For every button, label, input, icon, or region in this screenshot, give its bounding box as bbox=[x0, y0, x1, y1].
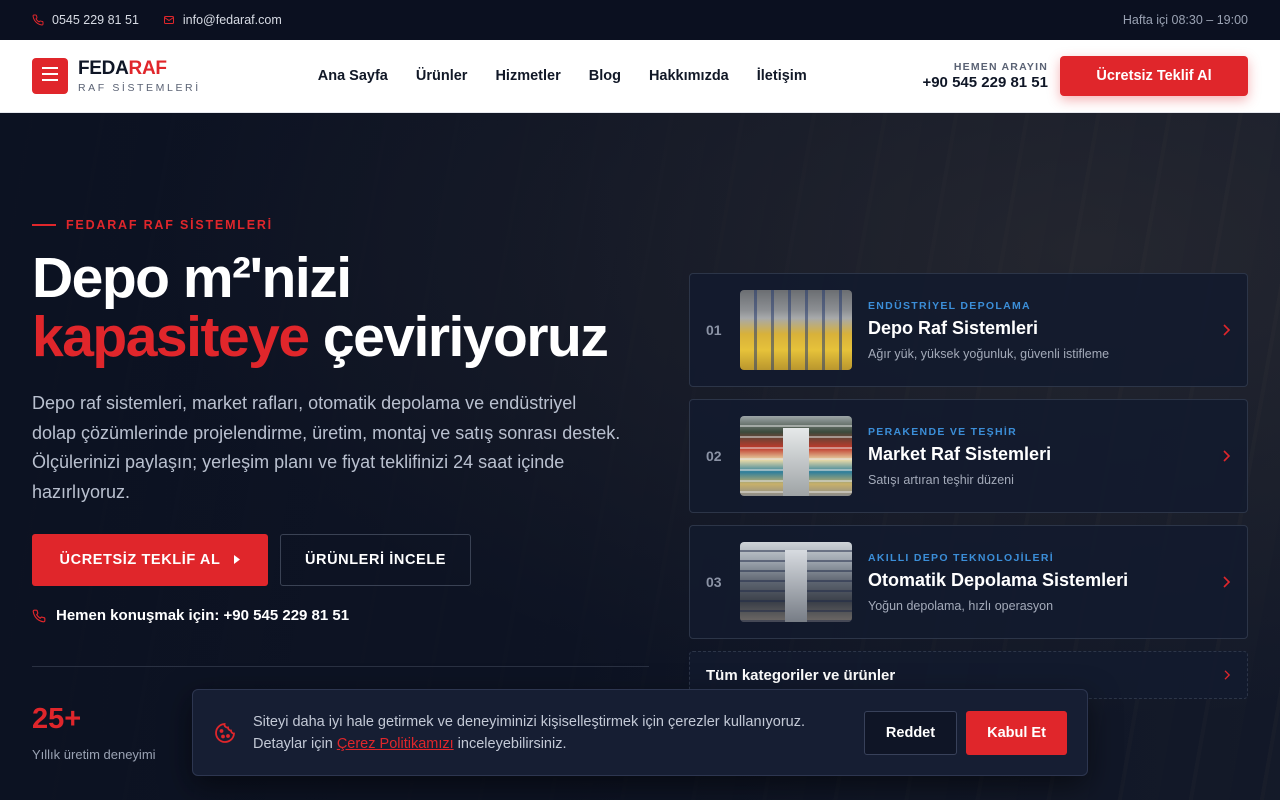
cookie-text: Siteyi daha iyi hale getirmek ve deneyim… bbox=[253, 711, 853, 755]
cookie-policy-link[interactable]: Çerez Politikamızı bbox=[337, 736, 454, 752]
card-kicker: ENDÜSTRİYEL DEPOLAMA bbox=[868, 299, 1031, 312]
market-shelf-image bbox=[740, 416, 852, 496]
cookie-icon bbox=[213, 721, 253, 745]
working-hours: Hafta içi 08:30 – 19:00 bbox=[1122, 13, 1248, 27]
card-desc: Satışı artıran teşhir düzeni bbox=[868, 472, 1014, 487]
topbar-email-text: info@fedaraf.com bbox=[182, 13, 282, 27]
topbar-email[interactable]: info@fedaraf.com bbox=[163, 13, 282, 27]
cookie-accept-button[interactable]: Kabul Et bbox=[966, 710, 1067, 755]
card-kicker: PERAKENDE VE TEŞHİR bbox=[868, 425, 1017, 438]
hero-quote-label: ÜCRETSİZ TEKLİF AL bbox=[59, 552, 221, 568]
logo-main: FEDA bbox=[78, 57, 129, 79]
hero-call[interactable]: Hemen konuşmak için: +90 545 229 81 51 bbox=[32, 607, 349, 624]
call-label: HEMEN ARAYIN bbox=[953, 61, 1048, 73]
site-header: FEDARAF RAF SİSTEMLERİ Ana Sayfa Ürünler… bbox=[0, 40, 1280, 113]
hero-quote-button[interactable]: ÜCRETSİZ TEKLİF AL bbox=[32, 534, 268, 586]
stat-label: Yıllık üretim deneyimi bbox=[32, 747, 156, 762]
hero-call-text: Hemen konuşmak için: +90 545 229 81 51 bbox=[56, 607, 350, 624]
menu-button[interactable] bbox=[32, 58, 68, 94]
hero-cta-group: ÜCRETSİZ TEKLİF AL ÜRÜNLERİ İNCELE bbox=[32, 534, 471, 586]
card-title: Market Raf Sistemleri bbox=[868, 443, 1052, 464]
hero-title: Depo m²'nizi kapasiteye çeviriyoruz bbox=[32, 246, 609, 369]
hero-lead: Depo raf sistemleri, market rafları, oto… bbox=[32, 393, 621, 502]
stat-value: 25+ bbox=[32, 703, 82, 735]
warehouse-rack-image bbox=[740, 290, 852, 370]
cookie-reject-button[interactable]: Reddet bbox=[864, 710, 957, 755]
card-title: Otomatik Depolama Sistemleri bbox=[868, 569, 1129, 590]
free-quote-button[interactable]: Ücretsiz Teklif Al bbox=[1060, 56, 1248, 96]
menu-icon bbox=[42, 66, 58, 86]
hero-divider bbox=[32, 666, 649, 667]
cookie-text-after: inceleyebilirsiniz. bbox=[453, 735, 567, 752]
category-card-warehouse[interactable]: 01 ENDÜSTRİYEL DEPOLAMA Depo Raf Sisteml… bbox=[689, 273, 1248, 387]
phone-icon bbox=[32, 14, 44, 26]
topbar-phone-text: 0545 229 81 51 bbox=[52, 13, 139, 27]
card-index: 02 bbox=[706, 448, 722, 464]
hero-title-line1: Depo m²'nizi bbox=[32, 246, 352, 310]
caret-right-icon bbox=[234, 552, 241, 568]
eyebrow-text: FEDARAF RAF SİSTEMLERİ bbox=[66, 218, 273, 232]
card-index: 03 bbox=[706, 574, 722, 590]
eyebrow-line bbox=[32, 224, 56, 226]
card-kicker: AKILLI DEPO TEKNOLOJİLERİ bbox=[868, 551, 1054, 564]
nav-about[interactable]: Hakkımızda bbox=[649, 68, 729, 84]
top-bar: 0545 229 81 51 info@fedaraf.com Hafta iç… bbox=[0, 0, 1280, 40]
nav-contact[interactable]: İletişim bbox=[757, 68, 807, 84]
products-button[interactable]: ÜRÜNLERİ İNCELE bbox=[280, 534, 471, 586]
phone-icon bbox=[32, 609, 46, 623]
topbar-phone[interactable]: 0545 229 81 51 bbox=[32, 13, 139, 27]
chevron-right-icon bbox=[1211, 324, 1231, 336]
hero-title-rest: çeviriyoruz bbox=[308, 305, 609, 369]
nav-services[interactable]: Hizmetler bbox=[495, 68, 560, 84]
all-categories-text: Tüm kategoriler ve ürünler bbox=[706, 666, 896, 684]
nav-blog[interactable]: Blog bbox=[589, 68, 621, 84]
call-number: +90 545 229 81 51 bbox=[922, 74, 1048, 91]
main-nav: Ana Sayfa Ürünler Hizmetler Blog Hakkımı… bbox=[318, 68, 807, 84]
automated-storage-image bbox=[740, 542, 852, 622]
hero-eyebrow: FEDARAF RAF SİSTEMLERİ bbox=[32, 218, 273, 232]
hero-title-accent: kapasiteye bbox=[32, 305, 310, 369]
mail-icon bbox=[163, 14, 175, 26]
header-call[interactable]: HEMEN ARAYIN +90 545 229 81 51 bbox=[922, 61, 1048, 91]
chevron-right-icon bbox=[1211, 576, 1231, 588]
card-index: 01 bbox=[706, 322, 722, 338]
category-card-automated[interactable]: 03 AKILLI DEPO TEKNOLOJİLERİ Otomatik De… bbox=[689, 525, 1248, 639]
nav-home[interactable]: Ana Sayfa bbox=[318, 68, 388, 84]
chevron-right-icon bbox=[1211, 450, 1231, 462]
nav-products[interactable]: Ürünler bbox=[416, 68, 468, 84]
logo-accent: RAF bbox=[128, 57, 167, 79]
card-desc: Ağır yük, yüksek yoğunluk, güvenli istif… bbox=[868, 346, 1110, 361]
category-card-market[interactable]: 02 PERAKENDE VE TEŞHİR Market Raf Sistem… bbox=[689, 399, 1248, 513]
card-desc: Yoğun depolama, hızlı operasyon bbox=[868, 598, 1054, 613]
card-title: Depo Raf Sistemleri bbox=[868, 317, 1039, 338]
logo[interactable]: FEDARAF RAF SİSTEMLERİ bbox=[78, 57, 201, 94]
cookie-banner: Siteyi daha iyi hale getirmek ve deneyim… bbox=[192, 689, 1088, 776]
logo-subtitle: RAF SİSTEMLERİ bbox=[78, 81, 201, 94]
chevron-right-icon bbox=[1211, 670, 1231, 680]
